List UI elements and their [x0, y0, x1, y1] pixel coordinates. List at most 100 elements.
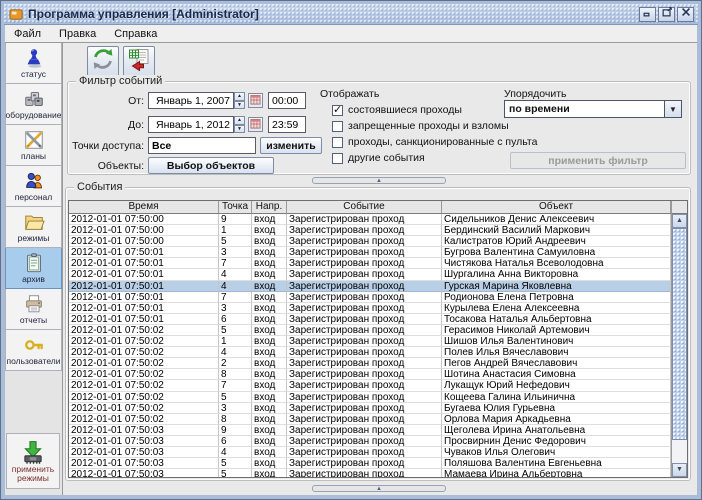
- cell-event: Зарегистрирован проход: [287, 358, 442, 369]
- spin-down-button[interactable]: ▼: [234, 101, 245, 110]
- cell-direction: вход: [252, 258, 287, 269]
- sidebar-item[interactable]: статус: [5, 43, 62, 84]
- cell-direction: вход: [252, 281, 287, 292]
- table-row[interactable]: 2012-01-01 07:50:01 7 вход Зарегистриров…: [69, 292, 671, 303]
- display-checkbox[interactable]: запрещенные проходы и взломы: [332, 120, 509, 132]
- cell-direction: вход: [252, 303, 287, 314]
- window-control-button[interactable]: [658, 7, 675, 22]
- cell-event: Зарегистрирован проход: [287, 269, 442, 280]
- column-header[interactable]: Объект: [442, 201, 671, 214]
- collapse-splitter-bottom[interactable]: ▲: [312, 485, 446, 492]
- scroll-up-button[interactable]: ▲: [672, 214, 687, 228]
- display-checkbox[interactable]: другие события: [332, 152, 425, 164]
- calendar-icon: [250, 92, 261, 110]
- window-control-button[interactable]: [677, 7, 694, 22]
- table-row[interactable]: 2012-01-01 07:50:02 5 вход Зарегистриров…: [69, 325, 671, 336]
- table-row[interactable]: 2012-01-01 07:50:02 8 вход Зарегистриров…: [69, 414, 671, 425]
- sidebar-item[interactable]: пользователи: [5, 330, 62, 371]
- display-checkbox[interactable]: проходы, санкционированные с пульта: [332, 136, 537, 148]
- sidebar-item[interactable]: архив: [5, 248, 62, 289]
- spin-down-button[interactable]: ▼: [234, 125, 245, 134]
- table-row[interactable]: 2012-01-01 07:50:03 6 вход Зарегистриров…: [69, 436, 671, 447]
- access-points-field[interactable]: Все: [148, 137, 256, 154]
- sidebar-item[interactable]: оборудование: [5, 84, 62, 125]
- menu-item[interactable]: Правка: [50, 26, 105, 42]
- table-row[interactable]: 2012-01-01 07:50:03 5 вход Зарегистриров…: [69, 469, 671, 477]
- table-row[interactable]: 2012-01-01 07:50:01 4 вход Зарегистриров…: [69, 281, 671, 292]
- table-row[interactable]: 2012-01-01 07:50:02 3 вход Зарегистриров…: [69, 403, 671, 414]
- display-checkbox[interactable]: состоявшиеся проходы: [332, 104, 462, 116]
- table-row[interactable]: 2012-01-01 07:50:01 4 вход Зарегистриров…: [69, 269, 671, 280]
- table-row[interactable]: 2012-01-01 07:50:00 5 вход Зарегистриров…: [69, 236, 671, 247]
- column-header[interactable]: Точка: [219, 201, 252, 214]
- toolbar-button-icon: [91, 47, 115, 76]
- table-row[interactable]: 2012-01-01 07:50:02 4 вход Зарегистриров…: [69, 347, 671, 358]
- sidebar-item-icon: [22, 252, 46, 274]
- cell-point: 3: [219, 403, 252, 414]
- toolbar-button[interactable]: [87, 46, 119, 77]
- table-row[interactable]: 2012-01-01 07:50:02 2 вход Зарегистриров…: [69, 358, 671, 369]
- table-row[interactable]: 2012-01-01 07:50:01 3 вход Зарегистриров…: [69, 303, 671, 314]
- from-date-spinner[interactable]: Январь 1, 2007: [148, 92, 234, 109]
- checkbox-box[interactable]: [332, 121, 343, 132]
- scrollbar-thumb[interactable]: [672, 228, 687, 440]
- table-row[interactable]: 2012-01-01 07:50:02 8 вход Зарегистриров…: [69, 369, 671, 380]
- cell-direction: вход: [252, 458, 287, 469]
- column-header[interactable]: Напр.: [252, 201, 287, 214]
- table-row[interactable]: 2012-01-01 07:50:02 5 вход Зарегистриров…: [69, 392, 671, 403]
- scroll-down-button[interactable]: ▼: [672, 463, 687, 477]
- to-date-spinner[interactable]: Январь 1, 2012: [148, 116, 234, 133]
- to-calendar-button[interactable]: [248, 117, 263, 132]
- toolbar-button[interactable]: [123, 46, 155, 77]
- cell-object: Гурская Марина Яковлевна: [442, 281, 671, 292]
- column-header[interactable]: Время: [69, 201, 219, 214]
- apply-filter-button[interactable]: применить фильтр: [510, 152, 686, 169]
- title-bar[interactable]: Программа управления [Administrator]: [4, 4, 698, 25]
- order-combobox[interactable]: по времени ▼: [504, 100, 682, 118]
- sidebar-item[interactable]: персонал: [5, 166, 62, 207]
- table-row[interactable]: 2012-01-01 07:50:03 9 вход Зарегистриров…: [69, 425, 671, 436]
- spin-up-button[interactable]: ▲: [234, 92, 245, 101]
- chevron-down-icon[interactable]: ▼: [664, 101, 681, 117]
- table-row[interactable]: 2012-01-01 07:50:00 9 вход Зарегистриров…: [69, 214, 671, 225]
- objects-label: Объекты:: [70, 160, 144, 172]
- table-row[interactable]: 2012-01-01 07:50:03 5 вход Зарегистриров…: [69, 458, 671, 469]
- cell-event: Зарегистрирован проход: [287, 281, 442, 292]
- cell-point: 6: [219, 436, 252, 447]
- cell-event: Зарегистрирован проход: [287, 258, 442, 269]
- table-row[interactable]: 2012-01-01 07:50:01 3 вход Зарегистриров…: [69, 247, 671, 258]
- window-control-button[interactable]: [639, 7, 656, 22]
- menu-item[interactable]: Справка: [105, 26, 166, 42]
- to-time-field[interactable]: 23:59: [268, 116, 306, 133]
- checkbox-box[interactable]: [332, 137, 343, 148]
- menu-item[interactable]: Файл: [5, 26, 50, 42]
- sidebar-item[interactable]: режимы: [5, 207, 62, 248]
- sidebar-item[interactable]: планы: [5, 125, 62, 166]
- scrollbar-track[interactable]: [672, 440, 687, 463]
- to-date-spin-buttons: ▲▼: [234, 116, 245, 133]
- sidebar-item[interactable]: отчеты: [5, 289, 62, 330]
- table-row[interactable]: 2012-01-01 07:50:00 1 вход Зарегистриров…: [69, 225, 671, 236]
- cell-object: Поляшова Валентина Евгеньевна: [442, 458, 671, 469]
- collapse-splitter-top[interactable]: ▲: [312, 177, 446, 184]
- column-header[interactable]: Событие: [287, 201, 442, 214]
- table-row[interactable]: 2012-01-01 07:50:02 7 вход Зарегистриров…: [69, 380, 671, 391]
- table-row[interactable]: 2012-01-01 07:50:02 1 вход Зарегистриров…: [69, 336, 671, 347]
- checkbox-box[interactable]: [332, 153, 343, 164]
- spin-up-button[interactable]: ▲: [234, 116, 245, 125]
- change-button[interactable]: изменить: [260, 137, 322, 154]
- from-calendar-button[interactable]: [248, 93, 263, 108]
- cell-point: 5: [219, 458, 252, 469]
- objects-button[interactable]: Выбор объектов: [148, 157, 274, 174]
- checkbox-box[interactable]: [332, 105, 343, 116]
- cell-time: 2012-01-01 07:50:00: [69, 214, 219, 225]
- apply-modes-button[interactable]: применить режимы: [6, 433, 60, 489]
- from-time-field[interactable]: 00:00: [268, 92, 306, 109]
- cell-object: Мамаева Ирина Альбертовна: [442, 469, 671, 477]
- table-row[interactable]: 2012-01-01 07:50:03 4 вход Зарегистриров…: [69, 447, 671, 458]
- table-row[interactable]: 2012-01-01 07:50:01 7 вход Зарегистриров…: [69, 258, 671, 269]
- cell-object: Щеголева Ирина Анатольевна: [442, 425, 671, 436]
- cell-object: Пегов Андрей Вячеславович: [442, 358, 671, 369]
- table-row[interactable]: 2012-01-01 07:50:01 6 вход Зарегистриров…: [69, 314, 671, 325]
- cell-event: Зарегистрирован проход: [287, 425, 442, 436]
